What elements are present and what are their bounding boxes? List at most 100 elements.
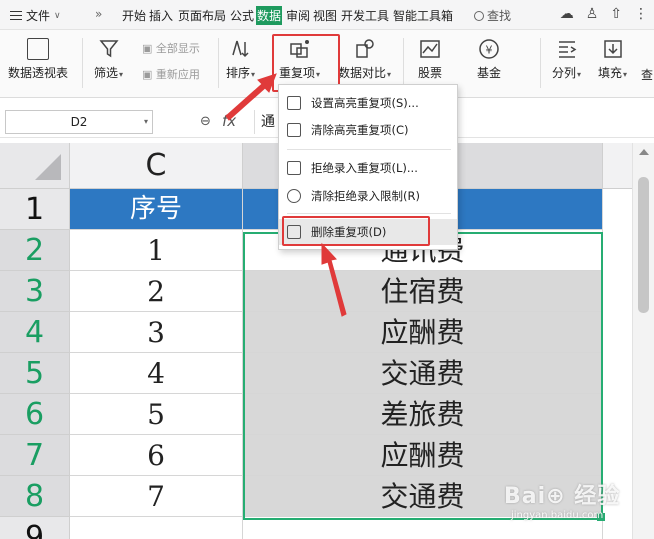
- split-column-label: 分列: [552, 66, 577, 80]
- remove-duplicates-highlight-box: [282, 216, 430, 246]
- tab-developer[interactable]: 开发工具: [341, 7, 389, 24]
- chevron-down-icon: ∨: [54, 10, 61, 21]
- split-column-icon: [558, 41, 576, 58]
- file-menu[interactable]: 文件 ∨: [10, 7, 61, 24]
- vertical-scrollbar[interactable]: [632, 143, 654, 539]
- fund-label: 基金: [477, 66, 502, 80]
- reapply-label: 重新应用: [155, 68, 200, 81]
- cell-c2[interactable]: 1: [70, 230, 243, 271]
- cell-d4[interactable]: 应酬费: [243, 312, 603, 353]
- cell-d6[interactable]: 差旅费: [243, 394, 603, 435]
- menu-item-label: 清除拒绝录入限制(R): [311, 189, 420, 203]
- scrollbar-thumb[interactable]: [638, 177, 649, 313]
- stock-button[interactable]: 股票: [418, 38, 442, 81]
- pivot-table-button[interactable]: 数据透视表: [8, 38, 68, 81]
- cloud-icon[interactable]: ☁: [560, 6, 574, 22]
- more-tabs-icon[interactable]: »: [95, 7, 102, 21]
- fx-icon[interactable]: fx: [222, 112, 236, 130]
- chevron-down-icon: ▾: [143, 117, 148, 126]
- row-header-8[interactable]: 8: [0, 476, 70, 517]
- more-icon[interactable]: ⋮: [634, 6, 648, 22]
- cell-c3[interactable]: 2: [70, 271, 243, 312]
- tab-insert[interactable]: 插入: [149, 7, 173, 24]
- tab-page-layout[interactable]: 页面布局: [178, 7, 226, 24]
- cell-d7[interactable]: 应酬费: [243, 435, 603, 476]
- cell-c4[interactable]: 3: [70, 312, 243, 353]
- pivot-table-label: 数据透视表: [8, 66, 69, 80]
- cell-d3[interactable]: 住宿费: [243, 271, 603, 312]
- reapply-button[interactable]: ▣ 重新应用: [142, 66, 200, 82]
- cell-c8[interactable]: 7: [70, 476, 243, 517]
- row-header-7[interactable]: 7: [0, 435, 70, 476]
- tab-data[interactable]: 数据: [256, 6, 283, 25]
- cell-c5[interactable]: 4: [70, 353, 243, 394]
- data-compare-label: 数据对比: [338, 66, 387, 80]
- header-cell-index[interactable]: 序号: [70, 189, 243, 230]
- tab-smart-toolbox[interactable]: 智能工具箱: [393, 7, 453, 24]
- reject-duplicates-icon: [287, 161, 301, 175]
- fill-label: 填充: [598, 66, 623, 80]
- pivot-table-icon: [27, 38, 49, 60]
- row-header-5[interactable]: 5: [0, 353, 70, 394]
- cell-c9[interactable]: [70, 517, 243, 539]
- search-box[interactable]: 查找: [474, 7, 511, 24]
- menu-item-label: 清除高亮重复项(C): [311, 123, 409, 137]
- filter-label: 筛选: [94, 66, 119, 80]
- tab-formula[interactable]: 公式: [230, 7, 254, 24]
- fill-button[interactable]: 填充▾: [598, 38, 627, 81]
- menu-item-reject-duplicates[interactable]: 拒绝录入重复项(L)...: [279, 155, 457, 181]
- show-all-button[interactable]: ▣ 全部显示: [142, 40, 200, 56]
- cell-c6[interactable]: 5: [70, 394, 243, 435]
- more-ribbon-label[interactable]: 查: [641, 66, 653, 83]
- data-compare-button[interactable]: 数据对比▾: [338, 38, 391, 81]
- baidu-watermark-sub: jingyan.baidu.com: [511, 510, 604, 521]
- tab-view[interactable]: 视图: [313, 7, 337, 24]
- file-menu-label: 文件: [26, 9, 51, 23]
- sort-icon: [231, 40, 249, 58]
- cell-d5[interactable]: 交通费: [243, 353, 603, 394]
- name-box[interactable]: D2 ▾: [5, 110, 153, 134]
- select-all-corner[interactable]: [0, 143, 70, 189]
- menu-item-clear-reject[interactable]: 清除拒绝录入限制(R): [279, 183, 457, 209]
- menu-item-label: 拒绝录入重复项(L)...: [311, 161, 418, 175]
- row-header-1[interactable]: 1: [0, 189, 70, 230]
- sort-button[interactable]: 排序▾: [226, 38, 255, 81]
- show-all-label: 全部显示: [155, 42, 200, 55]
- filter-button[interactable]: 筛选▾: [94, 38, 123, 81]
- stock-icon: [420, 40, 440, 58]
- menu-item-highlight-duplicates[interactable]: 设置高亮重复项(S)...: [279, 90, 457, 116]
- column-header-c[interactable]: C: [70, 143, 243, 189]
- scroll-up-icon[interactable]: [639, 149, 649, 155]
- sort-label: 排序: [226, 66, 251, 80]
- fund-icon: ¥: [479, 39, 499, 59]
- hamburger-icon: [10, 11, 22, 20]
- menu-item-label: 设置高亮重复项(S)...: [311, 96, 419, 110]
- top-right-icons: ☁ ♙ ⇧ ⋮: [560, 6, 648, 22]
- zoom-icon[interactable]: ⊖: [200, 114, 211, 129]
- tab-home[interactable]: 开始: [122, 7, 146, 24]
- tab-review[interactable]: 审阅: [286, 7, 310, 24]
- menu-item-clear-highlight[interactable]: 清除高亮重复项(C): [279, 117, 457, 143]
- menu-bar: 文件 ∨ » 开始 插入 页面布局 公式 数据 审阅 视图 开发工具 智能工具箱…: [0, 0, 654, 30]
- share-icon[interactable]: ⇧: [610, 6, 622, 22]
- row-header-6[interactable]: 6: [0, 394, 70, 435]
- cell-reference: D2: [70, 115, 88, 129]
- stock-label: 股票: [418, 66, 443, 80]
- user-icon[interactable]: ♙: [586, 6, 599, 22]
- filter-icon: [98, 40, 119, 58]
- cell-c7[interactable]: 6: [70, 435, 243, 476]
- clear-reject-icon: [287, 189, 301, 203]
- svg-text:¥: ¥: [486, 44, 493, 57]
- search-label: 查找: [487, 9, 512, 23]
- fill-icon: [603, 40, 622, 58]
- search-icon: [474, 11, 484, 21]
- row-header-2[interactable]: 2: [0, 230, 70, 271]
- fund-button[interactable]: ¥ 基金: [477, 38, 501, 81]
- row-header-9[interactable]: 9: [0, 517, 70, 539]
- baidu-watermark-logo: Bai⊕ 经验: [504, 484, 621, 509]
- row-header-4[interactable]: 4: [0, 312, 70, 353]
- column-header-e[interactable]: [603, 143, 632, 189]
- split-column-button[interactable]: 分列▾: [552, 38, 581, 81]
- highlight-duplicates-icon: [287, 96, 301, 110]
- row-header-3[interactable]: 3: [0, 271, 70, 312]
